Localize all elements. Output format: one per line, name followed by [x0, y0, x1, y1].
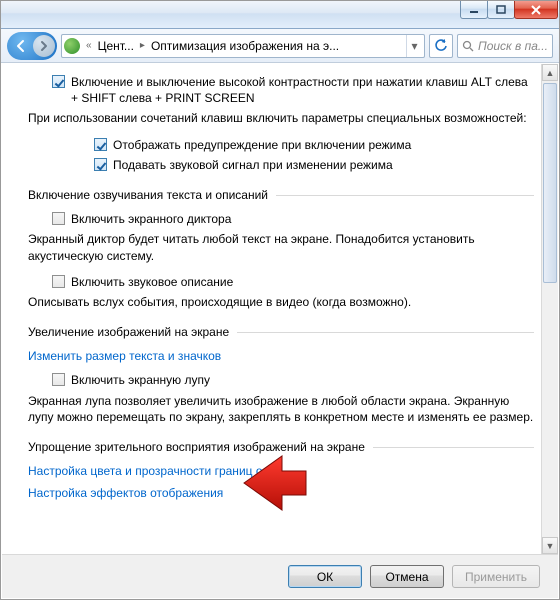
audio-description-text: Описывать вслух события, происходящие в … [28, 294, 534, 310]
search-input[interactable]: Поиск в па... [457, 34, 553, 58]
section-title-magnify: Увеличение изображений на экране [28, 324, 229, 340]
section-divider [276, 195, 534, 196]
checkbox-label: Включить звуковое описание [71, 274, 233, 290]
vertical-scrollbar[interactable]: ▲ ▼ [541, 64, 558, 554]
section-title-simplify: Упрощение зрительного восприятия изображ… [28, 439, 365, 455]
checkbox-label: Включить экранную лупу [71, 372, 210, 388]
scroll-up-button[interactable]: ▲ [542, 64, 558, 81]
dialog-footer: ОК Отмена Применить [2, 554, 558, 598]
breadcrumb-separator-icon: « [84, 40, 94, 51]
magnifier-description: Экранная лупа позволяет увеличить изобра… [28, 393, 534, 425]
control-panel-icon [64, 38, 80, 54]
checkbox-high-contrast-toggle[interactable] [52, 75, 65, 88]
link-color-transparency[interactable]: Настройка цвета и прозрачности границ ок… [28, 464, 281, 478]
scroll-track[interactable] [542, 81, 558, 537]
back-button[interactable] [9, 34, 33, 58]
content-pane: Включение и выключение высокой контрастн… [2, 64, 558, 512]
section-divider [373, 447, 534, 448]
narrator-description: Экранный диктор будет читать любой текст… [28, 231, 534, 263]
checkbox-sound-signal[interactable] [94, 158, 107, 171]
nav-back-forward-group [7, 32, 57, 60]
search-placeholder: Поиск в па... [478, 39, 548, 53]
apply-button[interactable]: Применить [452, 565, 540, 588]
search-icon [462, 40, 474, 52]
checkbox-label: Подавать звуковой сигнал при изменении р… [113, 157, 393, 173]
sub-intro-text: При использовании сочетаний клавиш включ… [28, 110, 534, 126]
checkbox-label: Включение и выключение высокой контрастн… [71, 74, 534, 106]
minimize-button[interactable] [460, 1, 488, 19]
checkbox-label: Отображать предупреждение при включении … [113, 137, 411, 153]
cancel-button[interactable]: Отмена [370, 565, 444, 588]
breadcrumb-item[interactable]: Оптимизация изображения на э... [151, 39, 339, 53]
navigation-bar: « Цент... ▸ Оптимизация изображения на э… [1, 29, 559, 63]
window-titlebar [1, 1, 559, 29]
chevron-right-icon: ▸ [138, 40, 147, 51]
checkbox-show-warning[interactable] [94, 138, 107, 151]
checkbox-magnifier[interactable] [52, 373, 65, 386]
section-title-narration: Включение озвучивания текста и описаний [28, 187, 268, 203]
link-text-icon-size[interactable]: Изменить размер текста и значков [28, 349, 221, 363]
refresh-button[interactable] [429, 34, 453, 58]
forward-button[interactable] [33, 35, 55, 57]
checkbox-narrator[interactable] [52, 212, 65, 225]
ok-button[interactable]: ОК [288, 565, 362, 588]
address-dropdown-icon[interactable]: ▾ [406, 35, 422, 57]
breadcrumb-item[interactable]: Цент... [98, 39, 134, 53]
maximize-button[interactable] [487, 1, 515, 19]
section-divider [237, 332, 534, 333]
link-display-effects[interactable]: Настройка эффектов отображения [28, 486, 223, 500]
address-bar[interactable]: « Цент... ▸ Оптимизация изображения на э… [61, 34, 425, 58]
close-button[interactable] [514, 1, 558, 19]
checkbox-audio-description[interactable] [52, 275, 65, 288]
scroll-thumb[interactable] [543, 83, 557, 283]
checkbox-label: Включить экранного диктора [71, 211, 231, 227]
scroll-down-button[interactable]: ▼ [542, 537, 558, 554]
